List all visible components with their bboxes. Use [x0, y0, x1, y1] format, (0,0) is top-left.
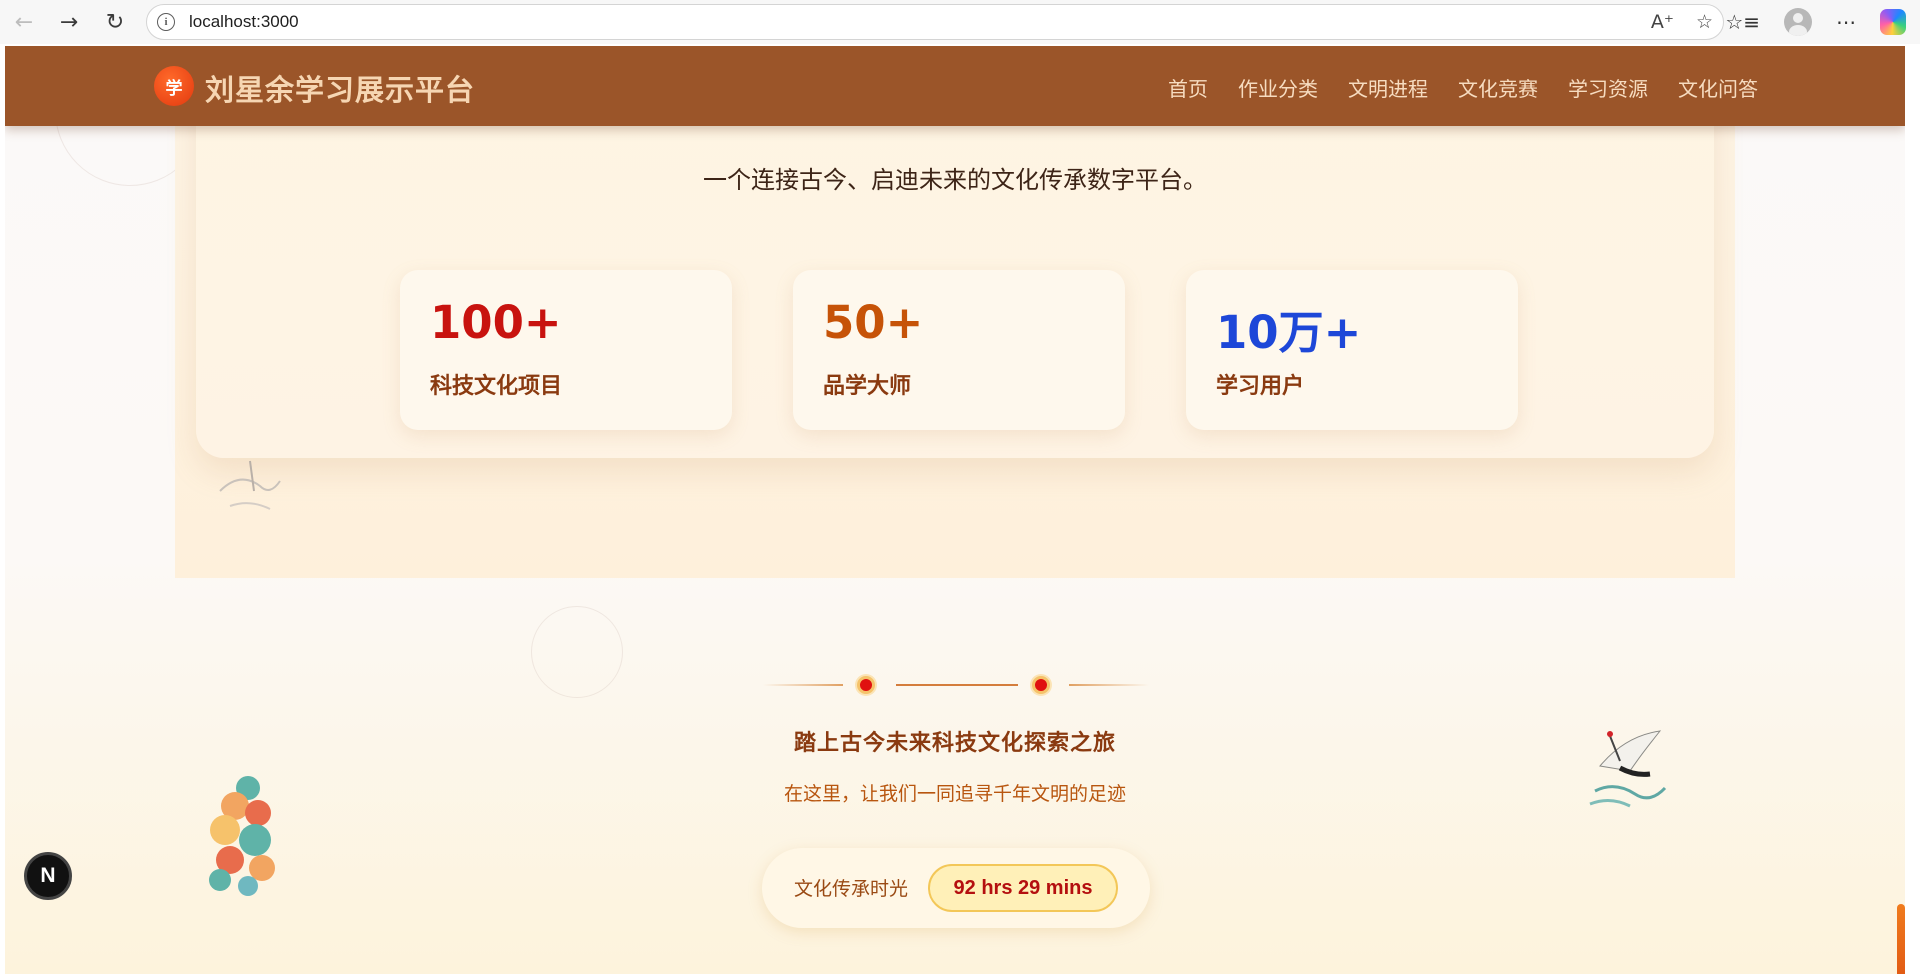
stat-label: 学习用户	[1216, 374, 1305, 399]
profile-avatar-icon[interactable]	[1784, 8, 1812, 36]
crane-icon	[1589, 730, 1667, 808]
forward-icon[interactable]: →	[55, 8, 83, 36]
stat-card-users: 10万+ 学习用户	[1186, 270, 1518, 430]
nav-item-civilization[interactable]: 文明进程	[1348, 73, 1428, 102]
page-viewport[interactable]: 一个连接古今、启迪未来的文化传承数字平台。 100+ 科技文化项目 50+ 品学…	[5, 46, 1905, 974]
favorite-star-icon[interactable]: ☆	[1696, 11, 1713, 33]
logo-badge[interactable]: 学	[154, 66, 194, 106]
stat-label: 科技文化项目	[430, 374, 563, 399]
divider-dot	[1032, 676, 1050, 694]
culture-timer: 文化传承时光 92 hrs 29 mins	[762, 848, 1150, 928]
crane-sketch-icon	[219, 460, 281, 510]
stat-card-projects: 100+ 科技文化项目	[400, 270, 732, 430]
read-aloud-icon[interactable]: A⁺	[1651, 11, 1674, 33]
site-title[interactable]: 刘星余学习展示平台	[205, 67, 475, 109]
main-nav: 首页 作业分类 文明进程 文化竞赛 学习资源 文化问答	[1168, 73, 1758, 102]
favorites-list-icon[interactable]: ☆≡	[1725, 10, 1760, 34]
nav-item-homework[interactable]: 作业分类	[1238, 73, 1318, 102]
copilot-icon[interactable]	[1880, 9, 1906, 35]
address-bar[interactable]: i localhost:3000 A⁺ ☆	[146, 4, 1724, 40]
divider-dot	[857, 676, 875, 694]
stat-value: 50+	[823, 296, 924, 349]
back-icon[interactable]: ←	[10, 8, 38, 36]
stat-card-masters: 50+ 品学大师	[793, 270, 1125, 430]
stat-value: 10万+	[1216, 306, 1362, 359]
stat-value: 100+	[430, 296, 562, 349]
browser-toolbar: ← → ↻ i localhost:3000 A⁺ ☆ ☆≡ ⋯	[0, 0, 1920, 44]
url-text[interactable]: localhost:3000	[189, 12, 299, 32]
more-menu-icon[interactable]: ⋯	[1836, 10, 1856, 34]
nav-item-home[interactable]: 首页	[1168, 73, 1208, 102]
divider-line-left	[763, 684, 843, 686]
nav-item-qa[interactable]: 文化问答	[1678, 73, 1758, 102]
stat-label: 品学大师	[823, 374, 912, 399]
auspicious-cloud-icon	[209, 776, 275, 896]
scrollbar-thumb[interactable]	[1897, 904, 1905, 974]
hero-card: 一个连接古今、启迪未来的文化传承数字平台。 100+ 科技文化项目 50+ 品学…	[196, 80, 1714, 458]
site-info-icon[interactable]: i	[157, 13, 175, 31]
hero-subtitle: 一个连接古今、启迪未来的文化传承数字平台。	[703, 166, 1207, 194]
dev-indicator-button[interactable]: N	[24, 852, 72, 900]
site-header: 学 刘星余学习展示平台 首页 作业分类 文明进程 文化竞赛 学习资源 文化问答	[5, 46, 1905, 126]
timer-value: 92 hrs 29 mins	[928, 864, 1118, 912]
reload-icon[interactable]: ↻	[101, 8, 129, 36]
decorative-pattern-icon	[531, 606, 623, 698]
divider-line-center	[896, 684, 1018, 686]
divider-line-right	[1069, 684, 1149, 686]
timer-label: 文化传承时光	[794, 878, 909, 900]
nav-item-resources[interactable]: 学习资源	[1568, 73, 1648, 102]
nav-item-competition[interactable]: 文化竞赛	[1458, 73, 1538, 102]
